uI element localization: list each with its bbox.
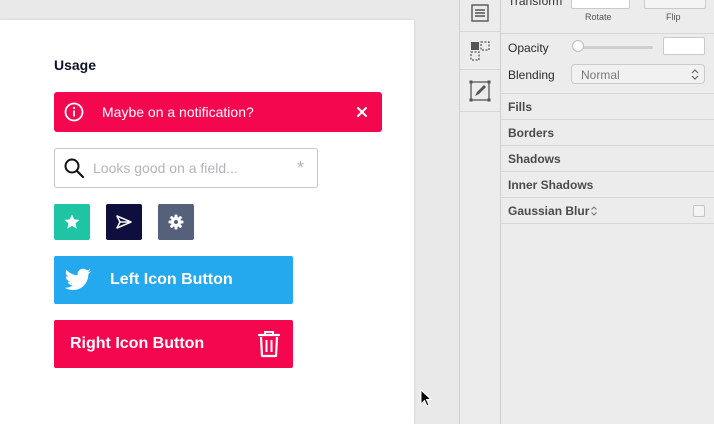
usage-heading: Usage xyxy=(54,57,97,73)
section-borders[interactable]: Borders xyxy=(501,120,714,146)
left-icon-button[interactable]: Left Icon Button xyxy=(54,256,293,304)
star-button[interactable] xyxy=(54,204,90,240)
search-input[interactable] xyxy=(93,157,283,179)
opacity-label: Opacity xyxy=(508,41,549,55)
blending-value: Normal xyxy=(581,68,620,82)
chevron-updown-icon[interactable] xyxy=(590,205,598,217)
gaussian-blur-checkbox[interactable] xyxy=(693,205,705,217)
opacity-slider-track[interactable] xyxy=(575,46,653,49)
notification-text: Maybe on a notification? xyxy=(102,104,254,120)
notification-bar: Maybe on a notification? xyxy=(54,92,382,132)
tab-vector[interactable] xyxy=(460,70,500,112)
left-icon-button-label: Left Icon Button xyxy=(110,271,233,288)
inspector-tab-bar xyxy=(459,0,501,424)
settings-button[interactable] xyxy=(158,204,194,240)
transform-label: Transform xyxy=(508,0,563,8)
frame-icon xyxy=(470,40,490,61)
trash-icon xyxy=(257,331,281,358)
inspector-panel: Transform Rotate Flip Opacity Blending N… xyxy=(501,0,714,424)
blending-label: Blending xyxy=(508,68,555,82)
fills-title: Fills xyxy=(508,100,533,114)
star-icon xyxy=(64,214,80,229)
transform-row: Transform Rotate Flip xyxy=(501,0,714,34)
close-icon[interactable] xyxy=(354,104,370,120)
right-icon-button-label: Right Icon Button xyxy=(70,335,205,352)
opacity-slider-thumb[interactable] xyxy=(572,40,584,52)
gear-icon xyxy=(168,214,184,230)
artboard[interactable]: Usage Maybe on a notification? * xyxy=(0,20,414,424)
required-marker: * xyxy=(296,158,304,178)
info-icon xyxy=(64,102,84,122)
rotate-input[interactable] xyxy=(571,0,630,9)
opacity-input[interactable] xyxy=(663,37,705,55)
tab-layout[interactable] xyxy=(460,32,500,70)
search-icon xyxy=(64,158,85,179)
tab-style[interactable] xyxy=(460,0,500,32)
flip-buttons[interactable] xyxy=(644,0,706,9)
inner-shadows-title: Inner Shadows xyxy=(508,178,594,192)
right-icon-button[interactable]: Right Icon Button xyxy=(54,320,293,368)
canvas: Usage Maybe on a notification? * xyxy=(0,0,459,424)
section-fills[interactable]: Fills xyxy=(501,94,714,120)
section-shadows[interactable]: Shadows xyxy=(501,146,714,172)
blending-select[interactable]: Normal xyxy=(571,64,705,84)
send-button[interactable] xyxy=(106,204,142,240)
borders-title: Borders xyxy=(508,126,555,140)
twitter-icon xyxy=(64,268,91,290)
gaussian-blur-title: Gaussian Blur xyxy=(508,204,590,218)
section-inner-shadows[interactable]: Inner Shadows xyxy=(501,172,714,198)
section-gaussian-blur[interactable]: Gaussian Blur xyxy=(501,198,714,224)
mouse-cursor-icon xyxy=(420,389,432,407)
shadows-title: Shadows xyxy=(508,152,561,166)
flip-label: Flip xyxy=(666,12,681,22)
edit-icon xyxy=(469,80,491,101)
send-icon xyxy=(116,215,132,229)
list-icon xyxy=(471,3,489,22)
chevron-updown-icon xyxy=(691,69,699,80)
rotate-label: Rotate xyxy=(585,12,612,22)
search-field: * xyxy=(54,148,318,188)
